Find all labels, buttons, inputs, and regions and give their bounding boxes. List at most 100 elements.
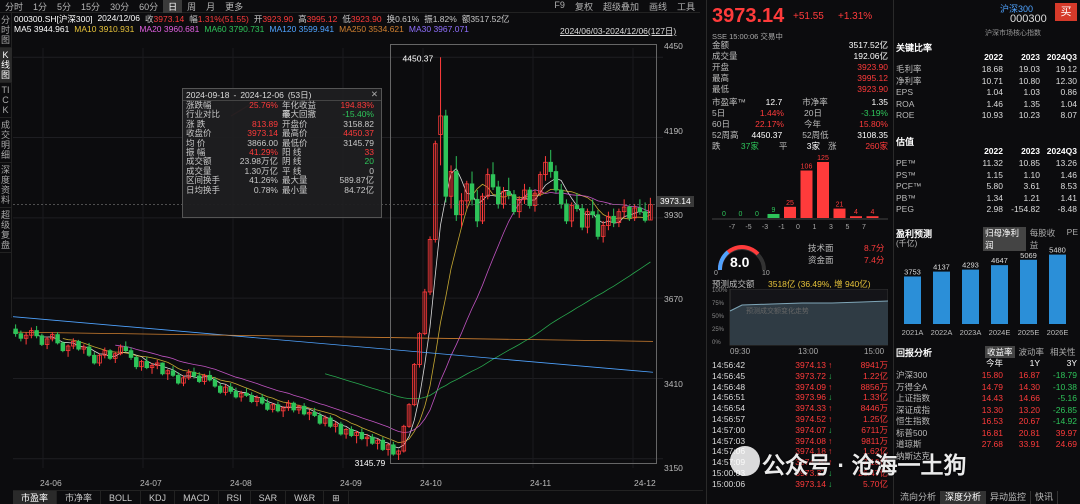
row-value: -14.92 [1052, 416, 1077, 426]
high52-value: 4450.37 [751, 130, 783, 140]
pct-tick: 0% [712, 340, 721, 346]
tab-timeframe[interactable]: 周 [182, 0, 201, 13]
row-value: 14.79 [981, 381, 1003, 392]
ratio-row: 市盈率™ 12.7 市净率 1.35 [712, 97, 888, 108]
tick-time: 14:56:48 [712, 381, 746, 392]
valuation-col-header: 2024Q3 [1046, 146, 1077, 156]
tab-volatility[interactable]: 波动率 [1017, 346, 1047, 358]
tab-deep-analysis[interactable]: 深度分析 [941, 491, 987, 504]
field-value: 3995.12 [857, 73, 888, 83]
tab-timeframe-daily[interactable]: 日 [163, 0, 183, 13]
returns-col-header: 今年 [985, 358, 1003, 368]
tab-timeframe[interactable]: 60分 [134, 0, 163, 13]
view-replay[interactable]: 超级复盘 [0, 208, 12, 253]
watermark-text: 公众号 · 沧海一土狗 [762, 452, 967, 478]
view-trade-detail[interactable]: 成交明细 [0, 118, 12, 163]
quote-row: 最高 3995.12 [712, 73, 888, 84]
tick-time: 14:57:00 [712, 424, 746, 435]
candle-body [144, 361, 150, 369]
row-value: -18.79 [1052, 370, 1077, 380]
tab-timeframe[interactable]: 1分 [28, 0, 52, 13]
tab-sar[interactable]: SAR [251, 491, 287, 504]
overlay-button[interactable]: 超级叠加 [598, 0, 644, 13]
tick-direction: ↑ [828, 413, 833, 424]
row-label: 毛利率 [896, 64, 922, 74]
buy-button[interactable]: 买 [1055, 3, 1077, 21]
tab-alerts[interactable]: 异动监控 [986, 491, 1032, 504]
ytd-label: 今年 [804, 119, 822, 129]
tab-kdj[interactable]: KDJ [141, 491, 176, 504]
tab-pe[interactable]: 市盈率 [13, 491, 58, 504]
candle-body [233, 391, 239, 398]
price-change-pct: +1.31% [838, 11, 873, 22]
candle-body [244, 392, 249, 396]
draw-button[interactable]: 画线 [644, 0, 672, 13]
tab-correlation[interactable]: 相关性 [1048, 346, 1078, 358]
tick-price: 3974.09 [795, 381, 826, 392]
row-value: 1.46 [986, 98, 1003, 109]
close-icon[interactable]: ✕ [371, 89, 378, 100]
candle-body [275, 404, 281, 412]
view-tick[interactable]: TICK [0, 83, 12, 118]
tab-flow-analysis[interactable]: 流向分析 [896, 491, 942, 504]
dist-bar-label: 0 [739, 211, 743, 218]
tab-boll[interactable]: BOLL [101, 491, 142, 504]
returns-col-header: 3Y [1066, 358, 1077, 368]
candle-body [349, 428, 354, 436]
tab-macd[interactable]: MACD [175, 491, 219, 504]
tick-row: 14:56:48 3974.09 ↑ 8856万 [712, 382, 888, 393]
adjust-button[interactable]: 复权 [570, 0, 598, 13]
tab-rsi[interactable]: RSI [219, 491, 251, 504]
f9-button[interactable]: F9 [549, 0, 570, 13]
tick-time: 14:56:54 [712, 403, 746, 414]
row-value: -26.85 [1052, 404, 1077, 415]
dist-bar-label: 9 [772, 207, 776, 214]
row-label: PEG [896, 204, 914, 214]
row-label: EPS [896, 87, 914, 97]
tab-wr[interactable]: W&R [286, 491, 325, 504]
dist-bar [833, 208, 846, 218]
flow-chart-watermark: 预测成交额变化走势 [746, 308, 809, 315]
tools-button[interactable]: 工具 [672, 0, 700, 13]
pct-tick: 50% [712, 314, 725, 320]
row-value: 8.53 [1060, 181, 1077, 191]
returns-row: 沪深300 15.80 16.87 -18.79 [896, 370, 1078, 382]
tab-timeframe[interactable]: 分时 [0, 0, 28, 13]
candle-body [312, 412, 317, 416]
x-tick-label: 24-08 [230, 478, 252, 488]
dist-bar [817, 162, 829, 218]
view-intraday[interactable]: 分时图 [0, 13, 12, 48]
tab-timeframe[interactable]: 30分 [105, 0, 134, 13]
start-date[interactable]: 2024-09-18 [186, 90, 229, 100]
amount-value: 3517.52亿 [470, 14, 510, 24]
view-depth[interactable]: 深度资料 [0, 163, 12, 208]
tab-timeframe-more[interactable]: 更多 [220, 0, 248, 13]
row-label: 净利率 [896, 75, 922, 86]
field-value: 3517.52亿 [848, 40, 888, 50]
candle-body [338, 423, 344, 435]
add-indicator-icon[interactable]: ⊞ [324, 491, 349, 504]
tab-timeframe[interactable]: 5分 [52, 0, 76, 13]
row-value: 0.86 [1060, 87, 1077, 97]
y-tick-label: 4450 [664, 41, 683, 51]
tab-timeframe[interactable]: 月 [201, 0, 220, 13]
candle-body [207, 374, 212, 381]
end-date[interactable]: 2024-12-06 [240, 90, 283, 100]
row-value: -5.16 [1057, 393, 1077, 403]
index-code: 000300 [1010, 13, 1047, 25]
ma5-label: MA5 3944.961 [14, 24, 70, 34]
wechat-logo-icon [730, 446, 760, 476]
pct-tick: 75% [712, 301, 725, 307]
dist-bar-label: 106 [801, 164, 813, 171]
tab-return[interactable]: 收益率 [985, 346, 1015, 358]
tab-pb[interactable]: 市净率 [57, 491, 102, 504]
quote-date: 2024/12/06 [97, 13, 140, 23]
tab-timeframe[interactable]: 15分 [76, 0, 105, 13]
view-kline[interactable]: K线图 [0, 48, 12, 83]
dist-bar [800, 170, 813, 218]
selection-region[interactable] [390, 44, 657, 464]
valuation-col-header: 2022 [984, 146, 1003, 156]
valuation-row: PS™ 1.15 1.10 1.46 [896, 170, 1078, 182]
dist-x-label: 1 [813, 224, 817, 231]
tab-news[interactable]: 快讯 [1031, 491, 1059, 504]
